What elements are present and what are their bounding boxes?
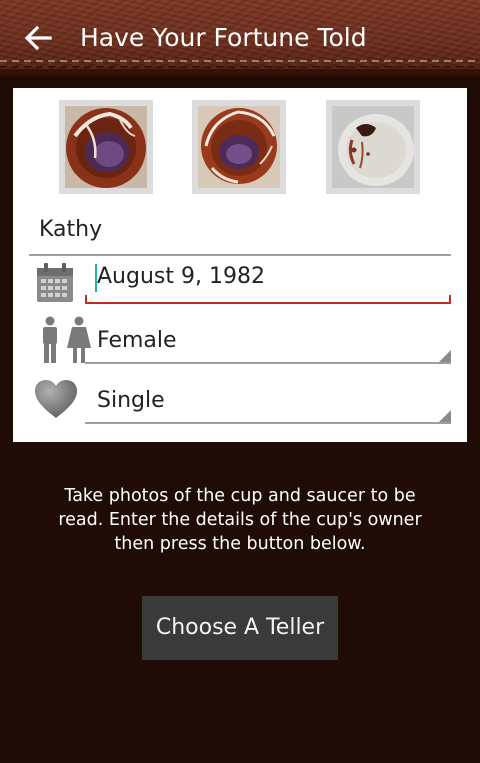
- saucer-photo-icon: [332, 106, 414, 188]
- birthdate-input-value: August 9, 1982: [97, 264, 265, 289]
- leather-stitch: [0, 60, 480, 62]
- cup-inside-photo-icon: [198, 106, 280, 188]
- arrow-left-icon: [24, 25, 52, 51]
- name-input-value: Kathy: [39, 217, 103, 242]
- cup-photo-2[interactable]: [192, 100, 286, 194]
- instructions-text: Take photos of the cup and saucer to be …: [58, 486, 422, 554]
- status-dropdown-value: Single: [97, 388, 165, 413]
- cup-inside-photo-icon: [65, 106, 147, 188]
- calendar-icon: [37, 263, 73, 302]
- gender-dropdown-value: Female: [97, 328, 177, 353]
- name-input[interactable]: Kathy: [29, 208, 451, 256]
- gender-dropdown[interactable]: Female: [85, 320, 451, 364]
- leather-stitch-shadow: [0, 66, 480, 68]
- app-bar-edge: [0, 69, 480, 77]
- page-title: Have Your Fortune Told: [80, 23, 367, 52]
- birthdate-input[interactable]: August 9, 1982: [85, 258, 451, 304]
- heart-icon: [35, 380, 77, 418]
- dropdown-corner-icon: [439, 410, 451, 422]
- cup-photo-1[interactable]: [59, 100, 153, 194]
- fortune-form-card: Kathy August 9, 1982 Female Single: [13, 88, 467, 442]
- back-button[interactable]: [22, 22, 54, 54]
- saucer-photo[interactable]: [326, 100, 420, 194]
- choose-teller-button[interactable]: Choose A Teller: [142, 596, 338, 660]
- dropdown-corner-icon: [439, 350, 451, 362]
- relationship-status-dropdown[interactable]: Single: [85, 380, 451, 424]
- app-bar: Have Your Fortune Told: [0, 0, 480, 77]
